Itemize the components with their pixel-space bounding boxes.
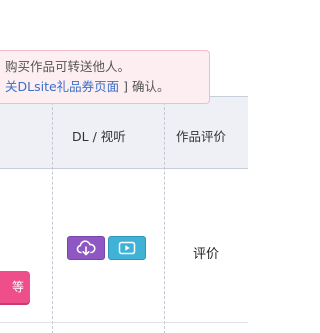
notice-text-suffix: ] 确认。: [119, 79, 170, 94]
column-header-dl: DL / 视听: [72, 129, 126, 144]
play-button[interactable]: [108, 236, 146, 260]
pink-action-button[interactable]: 等: [0, 271, 30, 303]
column-header-review: 作品评价: [176, 129, 227, 144]
gift-notice-banner: 购买作品可转送他人。 关DLsite礼品券页面 ] 确认。: [0, 50, 210, 104]
column-divider: [164, 97, 165, 333]
purchase-table: DL / 视听 作品评价: [0, 96, 248, 333]
table-header-row: DL / 视听 作品评价: [0, 97, 248, 169]
gift-voucher-page-link[interactable]: 关DLsite礼品券页面: [5, 79, 119, 94]
notice-text-line1: 购买作品可转送他人。: [5, 59, 131, 74]
review-link[interactable]: 评价: [193, 243, 219, 262]
play-icon: [118, 241, 136, 255]
cloud-download-icon: [76, 240, 96, 256]
purchase-history-page: DL / 视听 作品评价 购买作品可转送他人。 关DLsite礼品券页面 ] 确…: [0, 0, 248, 333]
row-divider: [0, 322, 248, 323]
column-divider: [52, 97, 53, 333]
download-button[interactable]: [67, 236, 105, 260]
notice-text-line2: 关DLsite礼品券页面 ] 确认。: [5, 77, 209, 97]
